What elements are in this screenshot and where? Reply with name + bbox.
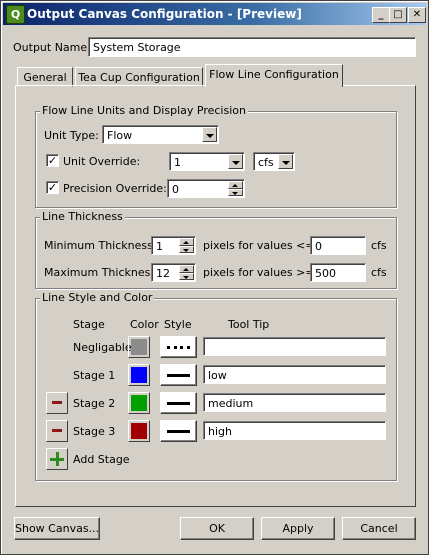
spinner-arrows[interactable] xyxy=(179,265,194,280)
color-swatch-button[interactable] xyxy=(128,364,150,386)
tooltip-input[interactable] xyxy=(203,337,386,356)
app-icon: Q xyxy=(6,5,25,24)
tab-general[interactable]: General xyxy=(17,67,73,87)
color-swatch-button[interactable] xyxy=(128,392,150,414)
title-bar[interactable]: Q Output Canvas Configuration - [Preview… xyxy=(3,3,426,25)
stage-name: Stage 1 xyxy=(73,369,116,382)
line-style-button[interactable] xyxy=(160,336,197,358)
precision-spinner[interactable]: 0 xyxy=(167,179,245,198)
tab-panel: Flow Line Units and Display Precision Un… xyxy=(15,85,416,507)
spin-up-icon[interactable] xyxy=(228,181,243,189)
unit-override-checkbox[interactable]: ✓ xyxy=(46,154,59,167)
output-name-input[interactable]: System Storage xyxy=(88,37,416,57)
unit-override-value: 1 xyxy=(174,156,181,169)
stage-name: Stage 3 xyxy=(73,425,116,438)
chevron-down-icon[interactable] xyxy=(228,154,243,169)
precision-override-label: Precision Override: xyxy=(63,182,167,195)
thickness-group-title: Line Thickness xyxy=(40,210,125,223)
unit-type-label: Unit Type: xyxy=(44,129,99,142)
minus-icon xyxy=(52,401,62,404)
add-stage-button[interactable] xyxy=(46,448,68,470)
min-thickness-spinner[interactable]: 1 xyxy=(151,236,196,255)
max-thickness-spinner[interactable]: 12 xyxy=(151,263,196,282)
chevron-down-icon[interactable] xyxy=(278,154,293,169)
spin-up-icon[interactable] xyxy=(179,238,194,246)
tab-tea-cup-configuration[interactable]: Tea Cup Configuration xyxy=(75,67,203,87)
max-thickness-text: pixels for values >= xyxy=(203,266,315,279)
cancel-button[interactable]: Cancel xyxy=(342,517,416,540)
maximize-button[interactable]: □ xyxy=(389,7,407,23)
units-group-title: Flow Line Units and Display Precision xyxy=(40,104,248,117)
apply-button[interactable]: Apply xyxy=(261,517,335,540)
unit-override-label: Unit Override: xyxy=(63,155,141,168)
tab-flow-line-configuration[interactable]: Flow Line Configuration xyxy=(205,64,343,87)
show-canvas-button[interactable]: Show Canvas... xyxy=(14,517,100,540)
unit-override-select[interactable]: 1 xyxy=(169,152,245,171)
remove-stage-button[interactable] xyxy=(46,392,68,414)
spin-up-icon[interactable] xyxy=(179,265,194,273)
min-threshold-unit: cfs xyxy=(371,239,387,252)
spin-down-icon[interactable] xyxy=(179,245,194,253)
line-style-button[interactable] xyxy=(160,392,197,414)
header-tooltip: Tool Tip xyxy=(228,318,270,331)
header-color: Color xyxy=(130,318,159,331)
unit-type-select[interactable]: Flow xyxy=(102,125,219,144)
min-thickness-value: 1 xyxy=(156,240,163,253)
unit-type-value: Flow xyxy=(107,129,133,142)
spinner-arrows[interactable] xyxy=(179,238,194,253)
max-thickness-value: 12 xyxy=(156,267,170,280)
minus-icon xyxy=(52,429,62,432)
units-group: Flow Line Units and Display Precision Un… xyxy=(35,104,397,208)
spinner-arrows[interactable] xyxy=(228,181,243,196)
stage-name: Stage 2 xyxy=(73,397,116,410)
tooltip-input[interactable]: high xyxy=(203,421,386,440)
remove-stage-button[interactable] xyxy=(46,420,68,442)
unit-select[interactable]: cfs xyxy=(253,152,295,171)
header-stage: Stage xyxy=(73,318,105,331)
max-threshold-input[interactable]: 500 xyxy=(310,263,366,282)
min-thickness-text: pixels for values <= xyxy=(203,239,315,252)
header-style: Style xyxy=(164,318,192,331)
line-style-button[interactable] xyxy=(160,420,197,442)
stage-name: Negligable xyxy=(73,341,132,354)
chevron-down-icon[interactable] xyxy=(202,127,217,142)
dialog-window: Q Output Canvas Configuration - [Preview… xyxy=(0,0,429,555)
minimize-button[interactable]: _ xyxy=(372,7,390,23)
min-threshold-input[interactable]: 0 xyxy=(310,236,366,255)
thickness-group: Line Thickness Minimum Thickness: 1 pixe… xyxy=(35,210,397,289)
add-stage-label: Add Stage xyxy=(73,453,130,466)
spin-down-icon[interactable] xyxy=(179,272,194,280)
color-swatch-button[interactable] xyxy=(128,420,150,442)
tooltip-input[interactable]: medium xyxy=(203,393,386,412)
unit-value: cfs xyxy=(258,156,274,169)
output-name-label: Output Name: xyxy=(13,41,91,54)
line-style-button[interactable] xyxy=(160,364,197,386)
ok-button[interactable]: OK xyxy=(180,517,254,540)
spin-down-icon[interactable] xyxy=(228,188,243,196)
tooltip-input[interactable]: low xyxy=(203,365,386,384)
max-threshold-unit: cfs xyxy=(371,266,387,279)
max-thickness-label: Maximum Thickness: xyxy=(44,266,160,279)
min-thickness-label: Minimum Thickness: xyxy=(44,239,157,252)
color-swatch-button[interactable] xyxy=(128,336,150,358)
precision-override-checkbox[interactable]: ✓ xyxy=(46,181,59,194)
style-group-title: Line Style and Color xyxy=(40,291,155,304)
close-button[interactable]: ✕ xyxy=(408,7,426,23)
window-title: Output Canvas Configuration - [Preview] xyxy=(27,7,302,21)
style-group: Line Style and Color Stage Color Style T… xyxy=(35,291,397,481)
precision-value: 0 xyxy=(172,183,179,196)
